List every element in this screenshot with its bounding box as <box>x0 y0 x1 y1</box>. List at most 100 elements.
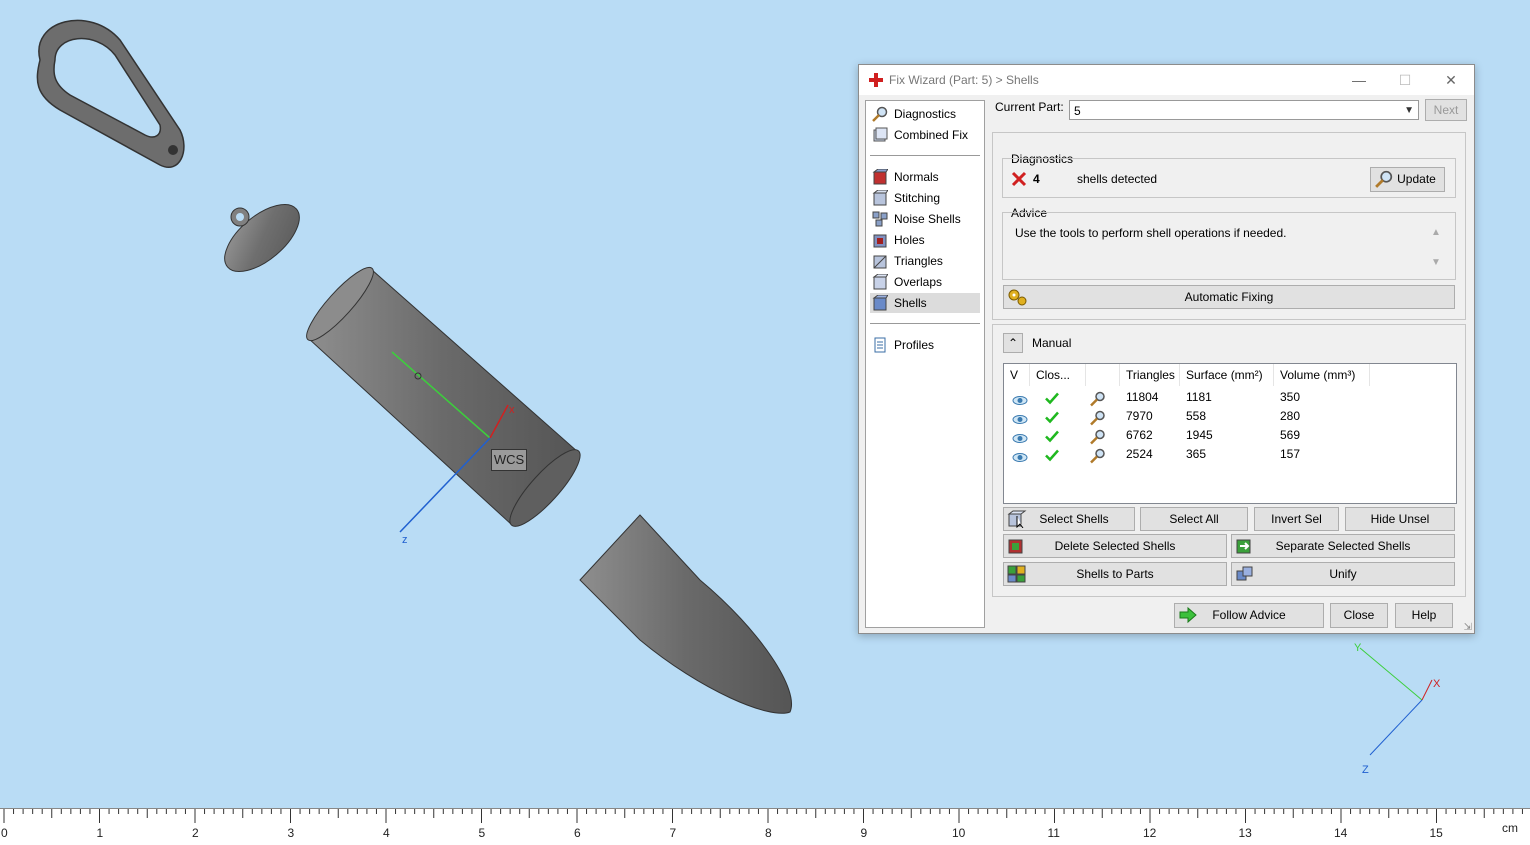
cap-part[interactable] <box>213 192 310 284</box>
magnifier-icon <box>1375 170 1393 188</box>
nav-item-triangles[interactable]: Triangles <box>870 251 980 271</box>
fix-wizard-nav: Diagnostics Combined Fix Normals Stitchi… <box>865 100 985 628</box>
nav-label: Shells <box>894 296 927 310</box>
automatic-fixing-label: Automatic Fixing <box>1184 290 1274 304</box>
triad-x-label: X <box>1433 678 1441 690</box>
hide-unsel-button[interactable]: Hide Unsel <box>1345 507 1455 531</box>
check-icon <box>1045 411 1059 424</box>
nav-divider <box>870 323 980 324</box>
title-bar[interactable]: Fix Wizard (Part: 5) > Shells — ☐ ✕ <box>859 65 1474 95</box>
manual-title: Manual <box>1032 336 1072 350</box>
ruler-tick-label: 2 <box>192 826 199 840</box>
current-part-select[interactable]: 5 ▼ <box>1069 100 1419 120</box>
ruler: 0 1 2 3 4 5 6 7 8 9 10 11 12 13 14 15 cm <box>0 808 1530 845</box>
nav-label: Combined Fix <box>894 128 969 142</box>
close-button[interactable]: Close <box>1330 603 1388 628</box>
nav-item-holes[interactable]: Holes <box>870 230 980 250</box>
ruler-ticks <box>3 809 1523 823</box>
collapse-manual-button[interactable]: ⌃ <box>1003 333 1023 353</box>
column-header-volume[interactable]: Volume (mm³) <box>1274 364 1370 386</box>
magnifier-icon <box>872 106 888 122</box>
nav-item-diagnostics[interactable]: Diagnostics <box>870 104 980 124</box>
scroll-down-icon[interactable]: ▼ <box>1431 257 1441 268</box>
shells-to-parts-button[interactable]: Shells to Parts <box>1003 562 1227 586</box>
nav-label: Noise Shells <box>894 212 961 226</box>
nav-divider <box>870 155 980 156</box>
unify-icon <box>1236 566 1253 581</box>
ruler-tick-label: 8 <box>765 826 772 840</box>
eye-icon[interactable] <box>1012 448 1028 467</box>
help-button[interactable]: Help <box>1395 603 1453 628</box>
select-shells-label: Select Shells <box>1039 512 1109 526</box>
column-header-triangles[interactable]: Triangles <box>1120 364 1180 386</box>
keychain-loop-part[interactable] <box>36 19 185 168</box>
surface-value: 365 <box>1186 447 1207 461</box>
nav-item-profiles[interactable]: Profiles <box>870 335 980 355</box>
nav-item-shells[interactable]: Shells <box>870 293 980 313</box>
select-cube-icon <box>1007 510 1027 528</box>
unify-button[interactable]: Unify <box>1231 562 1455 586</box>
maximize-button[interactable]: ☐ <box>1382 65 1428 95</box>
volume-value: 280 <box>1280 409 1301 423</box>
invert-sel-button[interactable]: Invert Sel <box>1254 507 1339 531</box>
column-header-inspect[interactable] <box>1086 364 1120 386</box>
scroll-up-icon[interactable]: ▲ <box>1431 227 1441 238</box>
nav-item-noise-shells[interactable]: Noise Shells <box>870 209 980 229</box>
select-shells-button[interactable]: Select Shells <box>1003 507 1135 531</box>
separate-selected-shells-button[interactable]: Separate Selected Shells <box>1231 534 1455 558</box>
nav-label: Triangles <box>894 254 943 268</box>
chevron-up-icon: ⌃ <box>1007 336 1019 350</box>
shells-table[interactable]: V Clos... Triangles Surface (mm²) Volume… <box>1003 363 1457 504</box>
table-row[interactable]: 2524 365 157 <box>1004 445 1454 464</box>
table-row[interactable]: 7970 558 280 <box>1004 407 1454 426</box>
select-all-button[interactable]: Select All <box>1140 507 1248 531</box>
delete-shell-icon <box>1008 539 1023 554</box>
triangles-value: 11804 <box>1126 390 1159 404</box>
minimize-button[interactable]: — <box>1336 65 1382 95</box>
ruler-tick-label: 14 <box>1334 826 1348 840</box>
ruler-tick-label: 6 <box>574 826 581 840</box>
ruler-tick-label: 1 <box>96 826 104 840</box>
close-window-button[interactable]: ✕ <box>1428 65 1474 95</box>
magnifier-icon[interactable] <box>1090 427 1106 446</box>
wcs-x-label: x <box>509 404 515 416</box>
triangles-value: 6762 <box>1126 428 1153 442</box>
column-header-closed[interactable]: Clos... <box>1030 364 1086 386</box>
magnifier-icon[interactable] <box>1090 408 1106 427</box>
ruler-tick-label: 9 <box>860 826 868 840</box>
current-part-value: 5 <box>1074 104 1081 118</box>
follow-advice-label: Follow Advice <box>1212 608 1286 622</box>
table-row[interactable]: 11804 1181 350 <box>1004 388 1454 407</box>
update-button[interactable]: Update <box>1370 167 1445 192</box>
check-icon <box>1045 430 1059 443</box>
triad-z-label: Z <box>1362 764 1369 776</box>
table-row[interactable]: 6762 1945 569 <box>1004 426 1454 445</box>
automatic-fixing-button[interactable]: Automatic Fixing <box>1003 285 1455 309</box>
nav-item-overlaps[interactable]: Overlaps <box>870 272 980 292</box>
follow-advice-button[interactable]: Follow Advice <box>1174 603 1324 628</box>
column-header-visible[interactable]: V <box>1004 364 1030 386</box>
magnifier-icon[interactable] <box>1090 446 1106 465</box>
profiles-icon <box>874 337 886 353</box>
nav-item-normals[interactable]: Normals <box>870 167 980 187</box>
nav-item-combined-fix[interactable]: Combined Fix <box>870 125 980 145</box>
delete-selected-shells-button[interactable]: Delete Selected Shells <box>1003 534 1227 558</box>
resize-grip-icon[interactable]: ⇲ <box>1464 622 1472 633</box>
wcs-label: WCS <box>491 449 527 471</box>
nav-item-stitching[interactable]: Stitching <box>870 188 980 208</box>
triangles-value: 2524 <box>1126 447 1153 461</box>
tip-part[interactable] <box>579 514 792 714</box>
ruler-tick-label: 4 <box>383 826 390 840</box>
ruler-tick-label: 11 <box>1047 826 1060 840</box>
nav-label: Stitching <box>894 191 941 205</box>
magnifier-icon[interactable] <box>1090 389 1106 408</box>
nav-label: Diagnostics <box>894 107 957 121</box>
chevron-down-icon: ▼ <box>1404 105 1414 116</box>
column-header-surface[interactable]: Surface (mm²) <box>1180 364 1274 386</box>
nav-label: Holes <box>894 233 925 247</box>
next-button[interactable]: Next <box>1425 99 1467 121</box>
wcs-z-label: z <box>402 534 408 546</box>
delete-selected-label: Delete Selected Shells <box>1054 539 1176 553</box>
dialog-title: Fix Wizard (Part: 5) > Shells <box>889 73 1039 87</box>
fix-wizard-dialog: Fix Wizard (Part: 5) > Shells — ☐ ✕ Diag… <box>858 64 1475 634</box>
